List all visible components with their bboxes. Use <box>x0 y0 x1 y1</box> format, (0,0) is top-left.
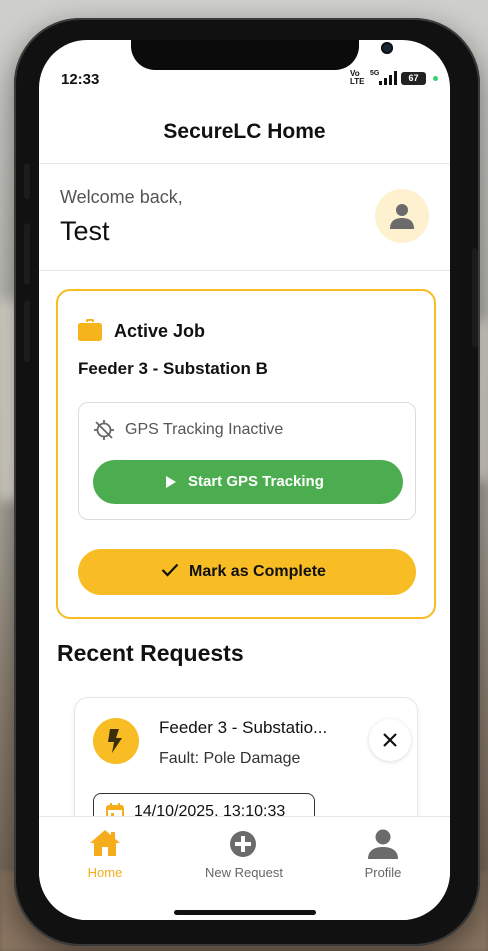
tab-home[interactable]: Home <box>45 829 165 889</box>
phone-screen: 12:33 Vo LTE 5G 67 SecureLC Home Welcome… <box>39 40 450 920</box>
tab-profile-label: Profile <box>364 865 402 880</box>
volume-down-button <box>24 300 30 362</box>
gps-off-icon <box>94 420 114 440</box>
signal-icon <box>379 71 397 85</box>
welcome-greeting: Welcome back, <box>60 187 183 207</box>
start-gps-tracking-label: Start GPS Tracking <box>188 473 324 490</box>
plus-circle-icon <box>230 831 256 857</box>
request-fault: Fault: Pole Damage <box>159 750 301 767</box>
request-type-badge <box>93 718 139 764</box>
signal-type-label: 5G <box>370 70 380 77</box>
network-label-line2: LTE <box>350 77 365 86</box>
home-icon <box>90 830 120 856</box>
tab-profile[interactable]: Profile <box>323 829 443 889</box>
app-header: SecureLC Home <box>39 100 450 164</box>
active-job-title: Feeder 3 - Substation B <box>78 359 268 378</box>
close-icon <box>383 733 397 747</box>
dismiss-request-button[interactable] <box>369 719 411 761</box>
tab-new-request[interactable]: New Request <box>184 829 304 889</box>
recent-requests-title: Recent Requests <box>57 640 244 666</box>
mark-as-complete-button[interactable]: Mark as Complete <box>78 549 416 595</box>
status-bar: 12:33 Vo LTE 5G 67 <box>39 40 450 100</box>
lightning-icon <box>108 729 122 753</box>
network-label: Vo LTE <box>350 70 365 86</box>
bottom-tab-bar: Home New Request Profile <box>39 816 450 920</box>
user-name: Test <box>60 216 110 246</box>
active-job-label: Active Job <box>114 321 206 341</box>
tab-home-label: Home <box>87 865 123 880</box>
avatar[interactable] <box>375 189 429 243</box>
page-title: SecureLC Home <box>163 120 326 143</box>
home-indicator <box>174 910 316 915</box>
volume-up-button <box>24 223 30 285</box>
mute-switch <box>24 163 30 199</box>
active-job-card: Active Job Feeder 3 - Substation B GPS T… <box>56 289 436 619</box>
gps-status-label: GPS Tracking Inactive <box>125 421 284 438</box>
briefcase-icon <box>78 319 102 341</box>
request-title: Feeder 3 - Substatio... <box>159 718 328 737</box>
tab-new-request-label: New Request <box>204 865 284 880</box>
welcome-section: Welcome back, Test <box>39 165 450 271</box>
check-icon <box>161 563 179 577</box>
person-icon <box>368 829 398 859</box>
status-time: 12:33 <box>61 71 100 88</box>
gps-tracking-panel: GPS Tracking Inactive Start GPS Tracking <box>78 402 416 520</box>
mark-as-complete-label: Mark as Complete <box>189 563 326 580</box>
power-button <box>472 248 478 348</box>
privacy-indicator-icon <box>433 76 438 81</box>
person-icon <box>390 204 414 229</box>
start-gps-tracking-button[interactable]: Start GPS Tracking <box>93 460 403 504</box>
battery-icon: 67 <box>401 72 426 85</box>
play-icon <box>166 476 176 488</box>
